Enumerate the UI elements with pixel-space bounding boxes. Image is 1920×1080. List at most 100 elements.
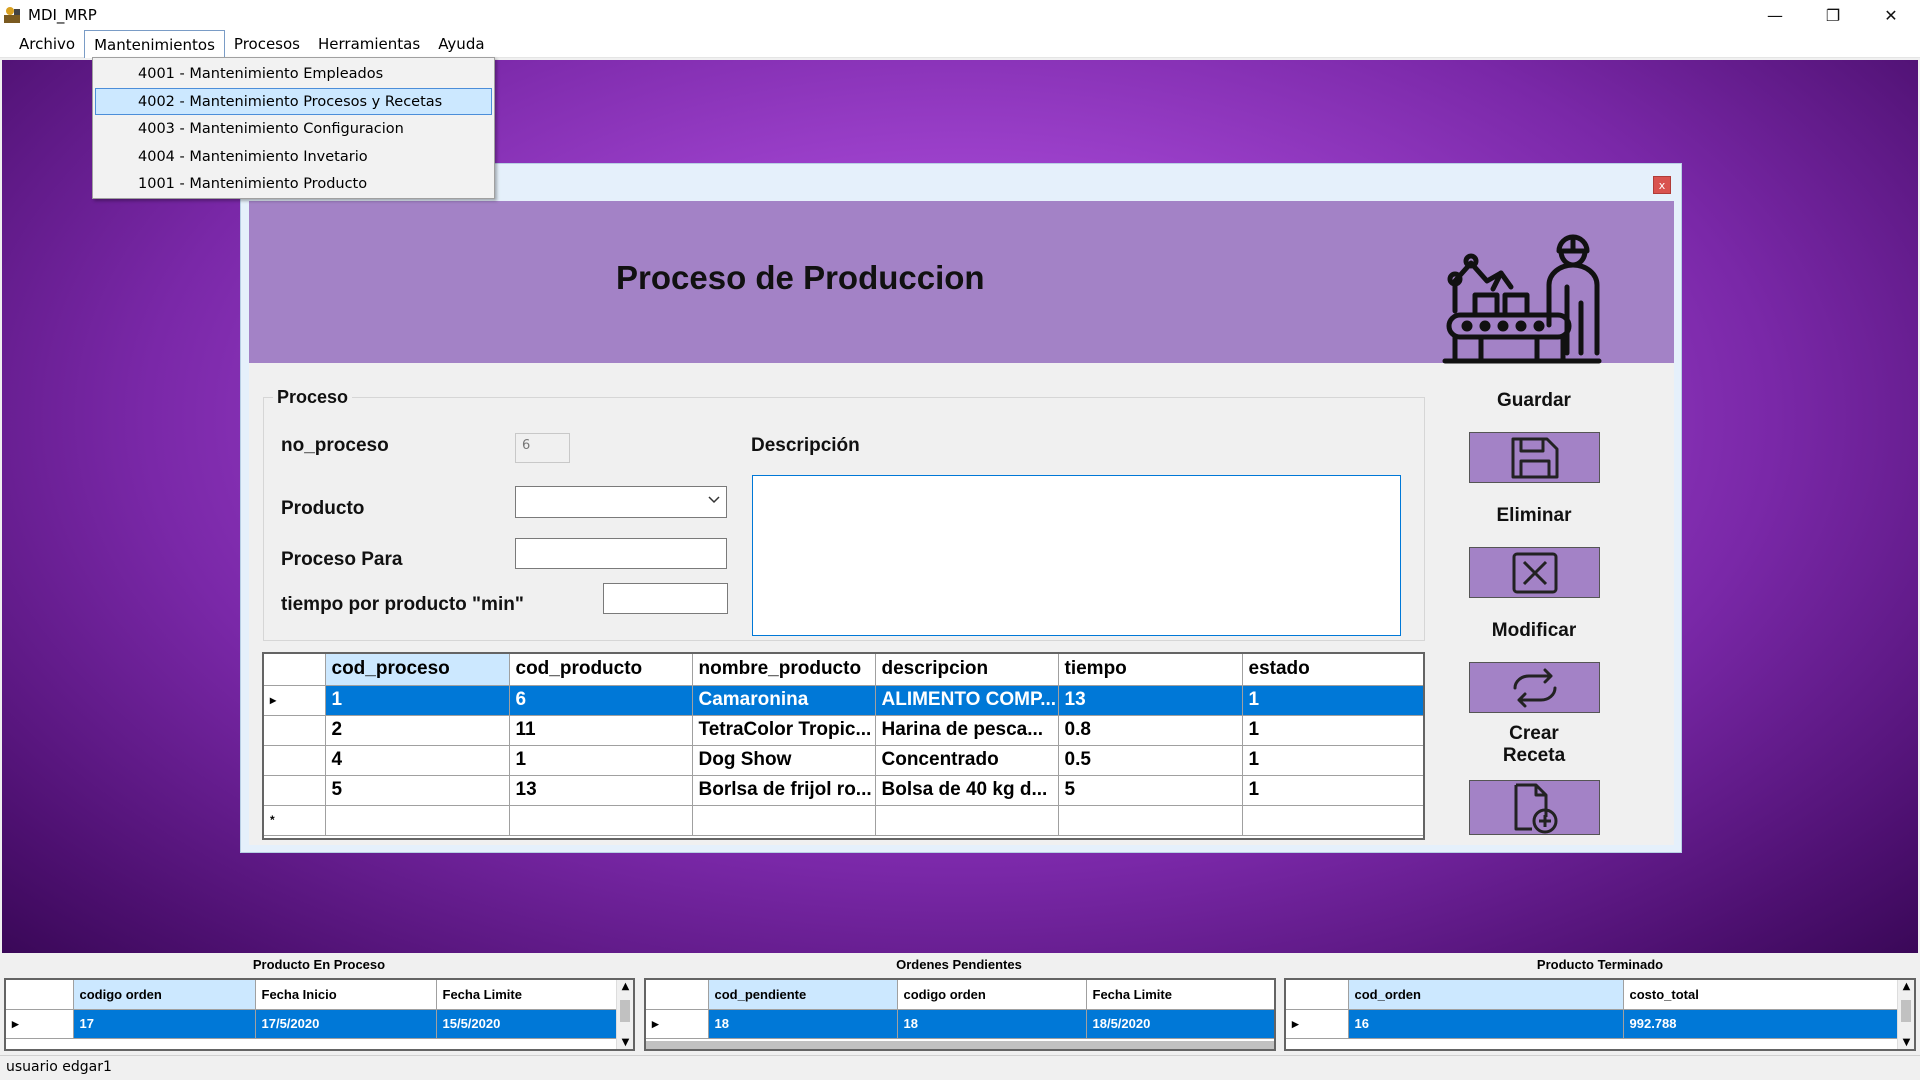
column-header[interactable]: tiempo [1058, 654, 1243, 686]
table-cell[interactable] [1242, 805, 1423, 836]
table-row[interactable]: ▸ 16 992.788 [1286, 1009, 1900, 1039]
current-row-indicator: ▸ [6, 1009, 74, 1039]
column-header[interactable]: Fecha Limite [1086, 980, 1274, 1010]
scroll-up-icon[interactable]: ▲ [617, 981, 633, 992]
scroll-thumb[interactable] [620, 1000, 630, 1022]
table-cell[interactable]: 5 [1058, 775, 1243, 806]
minimize-button[interactable]: — [1746, 0, 1804, 30]
table-cell[interactable]: 13 [509, 775, 693, 806]
menu-item-producto[interactable]: 1001 - Mantenimiento Producto [95, 170, 492, 198]
table-cell[interactable]: 17 [73, 1009, 256, 1039]
new-row[interactable]: * [264, 805, 1423, 836]
scroll-up-icon[interactable]: ▲ [1898, 981, 1914, 992]
table-cell[interactable]: TetraColor Tropic... [692, 715, 876, 746]
column-header[interactable]: Fecha Inicio [255, 980, 437, 1010]
menu-item-empleados[interactable]: 4001 - Mantenimiento Empleados [95, 60, 492, 88]
table-cell[interactable]: 1 [1242, 685, 1423, 716]
column-header[interactable]: cod_orden [1348, 980, 1624, 1010]
column-header[interactable]: cod_producto [509, 654, 693, 686]
column-header[interactable]: estado [1242, 654, 1423, 686]
column-header[interactable]: descripcion [875, 654, 1059, 686]
form-close-button[interactable]: x [1653, 176, 1671, 194]
row-header [264, 715, 326, 746]
menu-archivo[interactable]: Archivo [10, 30, 84, 58]
table-cell[interactable]: 18/5/2020 [1086, 1009, 1274, 1039]
table-cell[interactable]: 17/5/2020 [255, 1009, 437, 1039]
menu-ayuda[interactable]: Ayuda [429, 30, 493, 58]
table-cell[interactable]: 4 [325, 745, 510, 776]
table-cell[interactable]: ALIMENTO COMP... [875, 685, 1059, 716]
table-cell[interactable]: 1 [1242, 775, 1423, 806]
close-button[interactable]: ✕ [1862, 0, 1920, 30]
table-row[interactable]: 4 1 Dog Show Concentrado 0.5 1 [264, 745, 1423, 776]
table-cell[interactable]: 15/5/2020 [436, 1009, 619, 1039]
table-cell[interactable]: 5 [325, 775, 510, 806]
descripcion-textarea[interactable] [752, 475, 1401, 636]
crear-receta-button[interactable] [1469, 780, 1600, 835]
scroll-down-icon[interactable]: ▼ [1898, 1037, 1914, 1048]
table-row[interactable]: 2 11 TetraColor Tropic... Harina de pesc… [264, 715, 1423, 746]
factory-worker-icon [1442, 234, 1602, 364]
producto-terminado-grid[interactable]: cod_orden costo_total ▸ 16 992.788 ▲ ▼ [1284, 978, 1916, 1051]
table-cell[interactable]: 0.8 [1058, 715, 1243, 746]
table-cell[interactable]: Camaronina [692, 685, 876, 716]
table-cell[interactable]: 1 [509, 745, 693, 776]
horizontal-scrollbar[interactable] [646, 1041, 1274, 1049]
table-cell[interactable] [509, 805, 693, 836]
column-header[interactable]: cod_proceso [325, 654, 510, 686]
no-proceso-field: 6 [515, 433, 570, 463]
producto-select[interactable] [515, 486, 727, 518]
table-cell[interactable]: 13 [1058, 685, 1243, 716]
column-header[interactable]: cod_pendiente [708, 980, 898, 1010]
menu-procesos[interactable]: Procesos [225, 30, 309, 58]
restore-button[interactable]: ❐ [1804, 0, 1862, 30]
table-cell[interactable]: Bolsa de 40 kg d... [875, 775, 1059, 806]
eliminar-button[interactable] [1469, 547, 1600, 598]
table-row[interactable]: ▸ 1 6 Camaronina ALIMENTO COMP... 13 1 [264, 685, 1423, 716]
table-cell[interactable]: Dog Show [692, 745, 876, 776]
table-cell[interactable]: Harina de pesca... [875, 715, 1059, 746]
menu-item-procesos-recetas[interactable]: 4002 - Mantenimiento Procesos y Recetas [95, 87, 492, 115]
table-cell[interactable]: 2 [325, 715, 510, 746]
menu-mantenimientos[interactable]: Mantenimientos [84, 29, 225, 58]
column-header[interactable]: costo_total [1623, 980, 1900, 1010]
scroll-thumb[interactable] [1901, 1000, 1911, 1022]
table-cell[interactable]: 11 [509, 715, 693, 746]
table-cell[interactable] [692, 805, 876, 836]
menu-item-configuracion[interactable]: 4003 - Mantenimiento Configuracion [95, 115, 492, 143]
modificar-button[interactable] [1469, 662, 1600, 713]
column-header[interactable]: codigo orden [73, 980, 256, 1010]
scroll-down-icon[interactable]: ▼ [617, 1037, 633, 1048]
table-cell[interactable]: 18 [897, 1009, 1087, 1039]
table-cell[interactable]: 1 [325, 685, 510, 716]
table-cell[interactable]: 0.5 [1058, 745, 1243, 776]
vertical-scrollbar[interactable]: ▲ ▼ [616, 980, 633, 1049]
table-cell[interactable]: Concentrado [875, 745, 1059, 776]
producto-en-proceso-grid[interactable]: codigo orden Fecha Inicio Fecha Limite ▸… [4, 978, 635, 1051]
column-header[interactable]: nombre_producto [692, 654, 876, 686]
table-row[interactable]: 5 13 Borlsa de frijol ro... Bolsa de 40 … [264, 775, 1423, 806]
proceso-para-input[interactable] [515, 538, 727, 569]
column-header[interactable]: codigo orden [897, 980, 1087, 1010]
table-cell[interactable] [325, 805, 510, 836]
guardar-button[interactable] [1469, 432, 1600, 483]
table-cell[interactable]: 1 [1242, 745, 1423, 776]
tiempo-input[interactable] [603, 583, 728, 614]
table-row[interactable]: ▸ 17 17/5/2020 15/5/2020 [6, 1009, 619, 1039]
guardar-label: Guardar [1497, 390, 1571, 411]
table-cell[interactable] [875, 805, 1059, 836]
table-cell[interactable]: 6 [509, 685, 693, 716]
column-header[interactable]: Fecha Limite [436, 980, 619, 1010]
menu-item-inventario[interactable]: 4004 - Mantenimiento Invetario [95, 143, 492, 171]
table-row[interactable]: ▸ 18 18 18/5/2020 [646, 1009, 1274, 1039]
table-cell[interactable] [1058, 805, 1243, 836]
table-cell[interactable]: 16 [1348, 1009, 1624, 1039]
procesos-grid[interactable]: cod_proceso cod_producto nombre_producto… [262, 652, 1425, 840]
ordenes-pendientes-grid[interactable]: cod_pendiente codigo orden Fecha Limite … [644, 978, 1276, 1051]
table-cell[interactable]: 992.788 [1623, 1009, 1900, 1039]
vertical-scrollbar[interactable]: ▲ ▼ [1897, 980, 1914, 1049]
menu-herramientas[interactable]: Herramientas [309, 30, 429, 58]
table-cell[interactable]: Borlsa de frijol ro... [692, 775, 876, 806]
table-cell[interactable]: 1 [1242, 715, 1423, 746]
table-cell[interactable]: 18 [708, 1009, 898, 1039]
